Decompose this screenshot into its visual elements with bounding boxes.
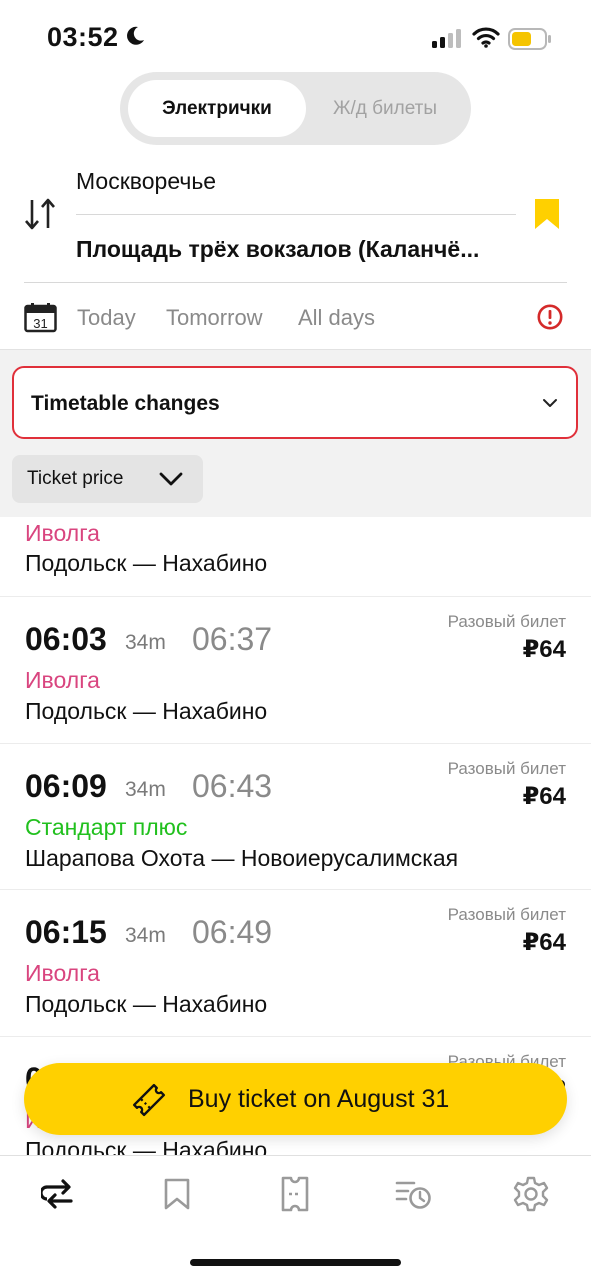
bookmark-icon[interactable] [157, 1174, 197, 1214]
departure-station[interactable]: Москворечье [76, 168, 216, 195]
arrival-time: 06:49 [192, 914, 273, 950]
trip-duration: 34m [125, 924, 166, 947]
settings-icon[interactable] [511, 1174, 551, 1214]
date-all-days[interactable]: All days [298, 305, 375, 331]
chevron-down-icon [542, 396, 558, 414]
moon-icon [124, 25, 146, 52]
buy-ticket-label: Buy ticket on August 31 [188, 1085, 450, 1113]
home-indicator[interactable] [190, 1259, 401, 1266]
ticket-icon[interactable] [275, 1174, 315, 1214]
departure-time: 06:03 [25, 621, 107, 657]
arrival-time: 06:43 [192, 768, 273, 804]
train-row[interactable]: 06:09 34m 06:43 Стандарт плюс Шарапова О… [0, 744, 591, 890]
train-route: Шарапова Охота — Новоиерусалимская [25, 845, 459, 871]
price-label: Разовый билет [447, 759, 566, 778]
chevron-down-icon [159, 470, 183, 493]
train-row[interactable]: 06:03 34m 06:37 Иволга Подольск — Нахаби… [0, 597, 591, 744]
train-route: Подольск — Нахабино [25, 1137, 268, 1157]
train-route: Подольск — Нахабино [25, 991, 268, 1017]
arrival-station[interactable]: Площадь трёх вокзалов (Каланчё... [76, 236, 516, 263]
departure-time: 06:09 [25, 768, 107, 804]
train-type: Стандарт плюс [25, 814, 188, 840]
bookmark-icon[interactable] [534, 198, 560, 235]
price-label: Разовый билет [447, 905, 566, 924]
train-route: Подольск — Нахабино [25, 550, 268, 576]
train-type: Иволга [25, 520, 100, 546]
trip-duration: 34m [125, 778, 166, 801]
swap-stations-icon[interactable] [22, 196, 58, 237]
price-label: Разовый билет [447, 612, 566, 631]
ticket-price-label: Ticket price [27, 468, 124, 489]
departure-time: 06:15 [25, 914, 107, 950]
train-row[interactable]: Иволга Подольск — Нахабино [0, 517, 591, 597]
tab-suburban-trains[interactable]: Электрички [128, 80, 306, 137]
ticket-icon [130, 1081, 168, 1124]
transport-type-switch: Электрички Ж/д билеты [120, 72, 471, 145]
route-divider-bottom [24, 282, 567, 283]
train-row[interactable]: 06:15 34m 06:49 Иволга Подольск — Нахаби… [0, 890, 591, 1037]
ticket-price-filter[interactable]: Ticket price [12, 455, 203, 503]
history-icon[interactable] [393, 1174, 433, 1214]
battery-icon [508, 28, 552, 55]
alert-icon[interactable] [537, 304, 563, 335]
timetable-changes-label: Timetable changes [31, 392, 220, 415]
route-divider [76, 214, 516, 215]
calendar-day: 31 [33, 316, 47, 331]
date-today[interactable]: Today [77, 305, 136, 331]
cellular-signal-icon [432, 28, 462, 53]
date-tomorrow[interactable]: Tomorrow [166, 305, 263, 331]
price-value: ₽64 [522, 929, 566, 956]
status-bar: 03:52 [0, 0, 591, 70]
buy-ticket-button[interactable]: Buy ticket on August 31 [24, 1063, 567, 1135]
trip-duration: 34m [125, 631, 166, 654]
train-route: Подольск — Нахабино [25, 698, 268, 724]
train-type: Иволга [25, 960, 100, 986]
routes-icon[interactable] [39, 1174, 79, 1214]
arrival-time: 06:37 [192, 621, 273, 657]
train-type: Иволга [25, 667, 100, 693]
status-time: 03:52 [47, 22, 119, 52]
price-value: ₽64 [522, 636, 566, 663]
calendar-icon[interactable]: 31 [24, 303, 57, 338]
tab-railway-tickets[interactable]: Ж/д билеты [306, 80, 464, 137]
timetable-changes-card[interactable]: Timetable changes [12, 366, 578, 439]
train-list: Иволга Подольск — Нахабино 06:03 34m 06:… [0, 517, 591, 1157]
price-value: ₽64 [522, 783, 566, 810]
wifi-icon [472, 26, 500, 53]
